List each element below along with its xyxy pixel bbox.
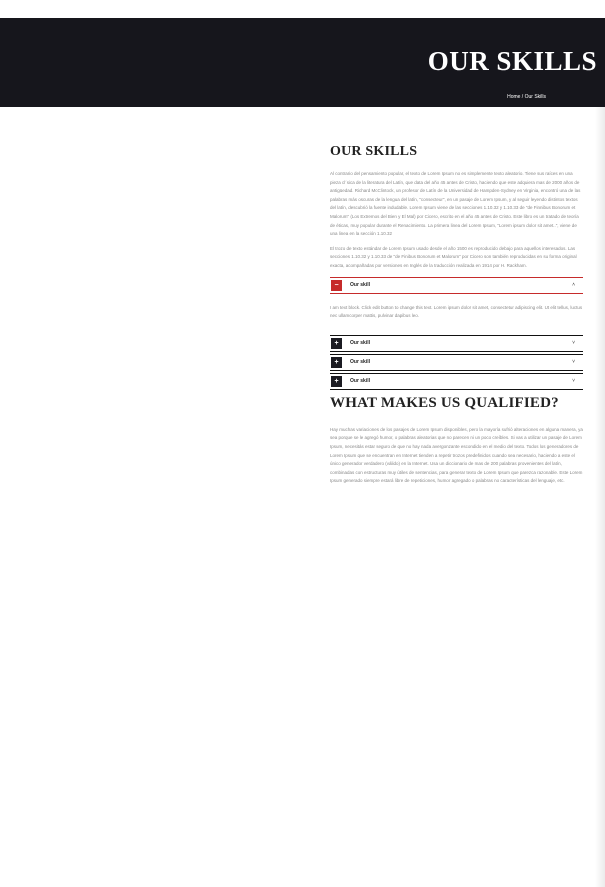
qualified-heading: WHAT MAKES US QUALIFIED? [330, 394, 559, 411]
breadcrumb-current: Our Skills [524, 94, 546, 100]
plus-icon: + [331, 375, 342, 387]
chevron-up-icon: ˄ [572, 282, 575, 289]
qualified-paragraph: Hay muchas variaciones de los pasajes de… [330, 426, 583, 484]
skills-heading: OUR SKILLS [330, 144, 418, 159]
plus-icon: + [331, 356, 342, 368]
accordion-item-3[interactable]: + Our skill ˅ [330, 353, 583, 371]
accordion-item-label: Our skill [350, 282, 371, 289]
skills-paragraph-1: Al contrario del pensamiento popular, el… [330, 171, 581, 237]
page-edge-shadow [595, 107, 605, 887]
breadcrumb: Home / Our Skills [507, 94, 546, 100]
chevron-down-icon: ˅ [572, 340, 575, 347]
accordion-item-label: Our skill [350, 340, 371, 347]
accordion-item-2[interactable]: + Our skill ˅ [330, 334, 583, 352]
accordion-item-1[interactable]: − Our skill ˄ [330, 276, 583, 294]
accordion-item-label: Our skill [350, 359, 371, 366]
breadcrumb-home-link[interactable]: Home [507, 94, 520, 100]
minus-icon: − [331, 279, 342, 291]
chevron-down-icon: ˅ [572, 359, 575, 366]
skills-accordion: − Our skill ˄ I am text block. Click edi… [330, 276, 583, 390]
chevron-down-icon: ˅ [572, 378, 575, 385]
accordion-item-4[interactable]: + Our skill ˅ [330, 372, 583, 390]
hero-title: OUR SKILLS [427, 46, 597, 76]
skills-paragraph-2: El trozo de texto estándar de Lorem Ipsu… [330, 245, 577, 268]
plus-icon: + [331, 337, 342, 349]
page-hero: OUR SKILLS Home / Our Skills [0, 18, 605, 107]
accordion-item-label: Our skill [350, 378, 371, 385]
main-content: OUR SKILLS Al contrario del pensamiento … [330, 144, 583, 492]
accordion-item-1-body: I am text block. Click edit button to ch… [330, 304, 583, 319]
